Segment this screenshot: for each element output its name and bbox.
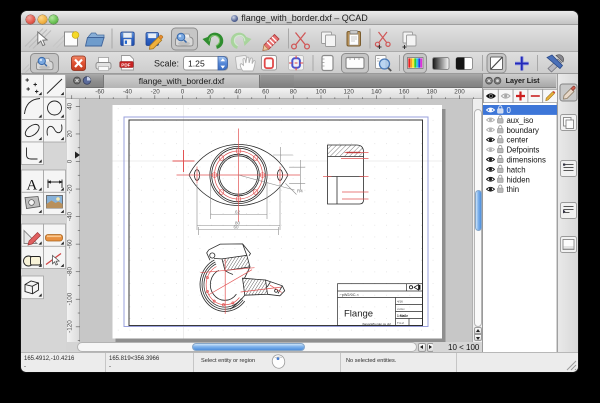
svg-text:80: 80 [290, 88, 297, 95]
svg-text:-40: -40 [123, 88, 133, 95]
svg-text:PDF: PDF [121, 62, 130, 67]
svg-text:100: 100 [316, 88, 327, 95]
svg-text:center: center [506, 136, 528, 145]
svg-text:R4: R4 [297, 189, 303, 194]
svg-text:20: 20 [207, 88, 214, 95]
svg-text:flangeWborder.ps dxf: flangeWborder.ps dxf [362, 322, 391, 326]
svg-text:-20: -20 [67, 184, 74, 194]
svg-text:boundary: boundary [506, 126, 539, 135]
svg-text:xxttxx: xxttxx [397, 307, 405, 311]
svg-text:hatch: hatch [506, 165, 525, 174]
svg-text:-80: -80 [67, 266, 74, 276]
svg-text:-120: -120 [67, 320, 74, 333]
svg-text:1.25: 1.25 [188, 59, 205, 69]
svg-text:0: 0 [181, 88, 185, 95]
svg-text:thin: thin [506, 185, 519, 194]
svg-text:Scale:: Scale: [154, 59, 179, 69]
svg-text:120: 120 [343, 88, 354, 95]
svg-text:160: 160 [399, 88, 410, 95]
svg-text:dimensions: dimensions [506, 155, 545, 164]
svg-text:60: 60 [233, 225, 239, 230]
svg-text:Flange: Flange [344, 309, 373, 320]
svg-text:4/16: 4/16 [397, 300, 403, 304]
svg-text:60: 60 [262, 88, 269, 95]
svg-text:-40: -40 [67, 211, 74, 221]
svg-text:~pW2/0C-<: ~pW2/0C-< [339, 293, 359, 297]
svg-text:62: 62 [235, 210, 241, 215]
svg-text:200: 200 [454, 88, 465, 95]
svg-text:180: 180 [427, 88, 438, 95]
svg-text:Defpoints: Defpoints [506, 146, 539, 155]
svg-text:-60: -60 [95, 88, 105, 95]
svg-text:0: 0 [506, 106, 511, 115]
svg-text:-20: -20 [151, 88, 161, 95]
svg-text:Tm 2: Tm 2 [397, 321, 404, 325]
svg-text:-60: -60 [67, 239, 74, 249]
svg-text:140: 140 [371, 88, 382, 95]
svg-text:-100: -100 [67, 292, 74, 305]
svg-text:20: 20 [67, 130, 74, 138]
svg-text:1:Maße: 1:Maße [397, 314, 408, 318]
svg-text:A: A [27, 178, 38, 194]
svg-text:aux_iso: aux_iso [506, 116, 533, 125]
svg-text:40: 40 [67, 102, 74, 110]
svg-text:0: 0 [67, 159, 74, 163]
svg-text:hidden: hidden [506, 175, 529, 184]
svg-text:40: 40 [234, 88, 241, 95]
